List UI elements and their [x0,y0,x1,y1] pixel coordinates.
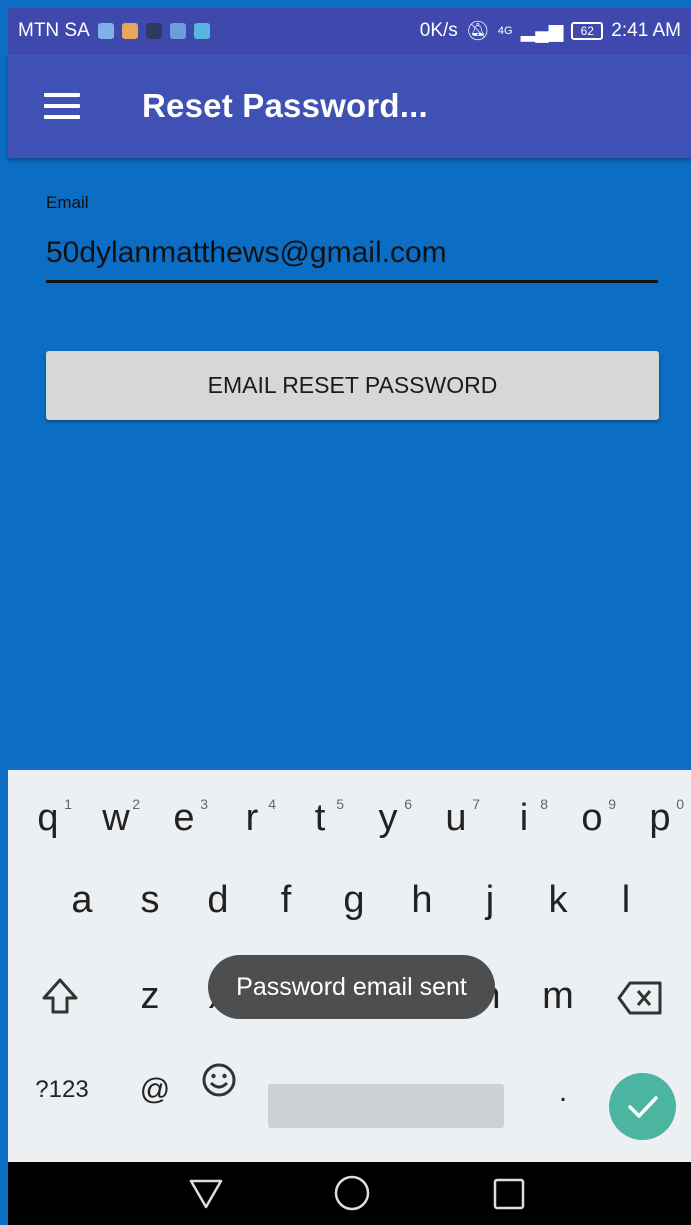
toast-message: Password email sent [208,955,495,1019]
gallery-notification-icon [193,23,210,39]
key-j[interactable]: j [464,870,516,930]
email-reset-password-button[interactable]: EMAIL RESET PASSWORD [46,351,659,420]
app-bar: Reset Password... [8,54,691,158]
key-u[interactable]: u7 [430,788,482,848]
key-y[interactable]: y6 [362,788,414,848]
key-f[interactable]: f [260,870,312,930]
recent-apps-icon[interactable] [492,1177,526,1211]
emoji-key[interactable] [194,1052,244,1112]
status-bar: MTN SA 0K/s 🔕︎ 4G ▂▄▆ 62 2:41 AM [8,8,691,54]
back-icon[interactable] [188,1178,224,1210]
key-d[interactable]: d [192,870,244,930]
enter-key[interactable] [609,1073,676,1140]
network-type: 4G [497,25,513,37]
key-s[interactable]: s [124,870,176,930]
key-r[interactable]: r4 [226,788,278,848]
clock: 2:41 AM [611,20,681,41]
key-p[interactable]: p0 [634,788,686,848]
key-h[interactable]: h [396,870,448,930]
location-notification-icon [97,23,114,39]
navigation-bar [8,1162,691,1225]
key-i[interactable]: i8 [498,788,550,848]
mute-icon: 🔕︎ [465,21,490,42]
key-l[interactable]: l [600,870,652,930]
email-label: Email [46,193,89,212]
key-q[interactable]: q1 [22,788,74,848]
key-o[interactable]: o9 [566,788,618,848]
space-key[interactable] [268,1084,504,1128]
message-notification-icon [121,23,138,39]
key-w[interactable]: w2 [90,788,142,848]
page-title: Reset Password... [142,87,428,124]
email-input[interactable] [46,225,658,283]
shift-key[interactable] [30,966,90,1026]
key-t[interactable]: t5 [294,788,346,848]
key-e[interactable]: e3 [158,788,210,848]
app-notification-icon [145,23,162,39]
period-key[interactable]: . [538,1062,588,1122]
key-k[interactable]: k [532,870,584,930]
backspace-icon [617,981,662,1015]
battery-icon: 62 [571,22,604,40]
toast-text: Password email sent [236,972,467,1001]
app-notification-icon-2 [169,23,186,39]
key-a[interactable]: a [56,870,108,930]
backspace-key[interactable] [610,966,670,1026]
shift-icon [42,978,78,1014]
key-z[interactable]: z [124,966,176,1026]
signal-icon: ▂▄▆ [520,20,564,42]
checkmark-icon [627,1095,658,1118]
key-m[interactable]: m [532,966,584,1026]
carrier-name: MTN SA [18,20,90,41]
network-speed: 0K/s [419,20,458,41]
hamburger-menu-icon[interactable] [44,93,80,119]
symbols-key[interactable]: ?123 [22,1060,102,1120]
home-icon[interactable] [333,1174,371,1212]
key-g[interactable]: g [328,870,380,930]
emoji-icon [202,1063,236,1097]
battery-level: 62 [580,24,594,38]
at-key[interactable]: @ [130,1060,180,1120]
